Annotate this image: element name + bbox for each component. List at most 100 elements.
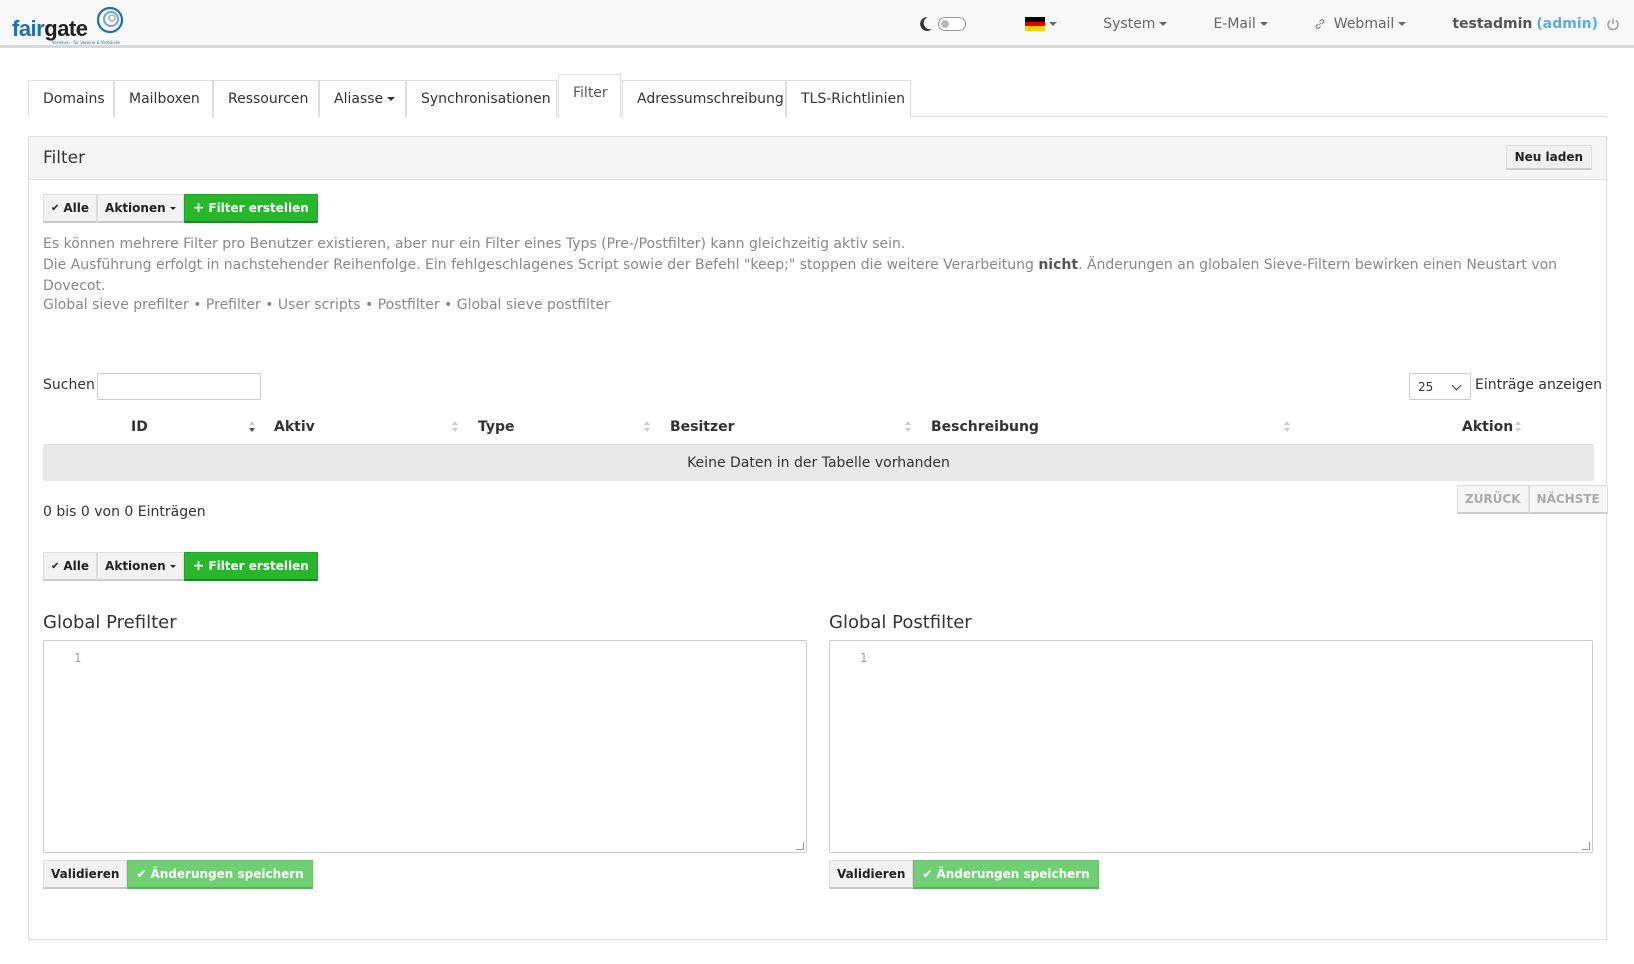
tab-tls-richtlinien[interactable]: TLS-Richtlinien	[786, 80, 911, 117]
column-id[interactable]: ID	[131, 409, 148, 445]
global-postfilter-title: Global Postfilter	[829, 612, 972, 633]
tab-mailboxen[interactable]: Mailboxen	[114, 80, 213, 117]
panel-title: Filter	[43, 148, 86, 168]
column-label: Besitzer	[670, 419, 735, 435]
toggle-knob	[941, 19, 950, 28]
brand-name: fairgate	[12, 16, 88, 42]
filter-order-text: Global sieve prefilter • Prefilter • Use…	[43, 297, 610, 313]
actions-label: Aktionen	[105, 559, 166, 573]
line-number: 1	[74, 651, 82, 665]
pagination: ZURÜCK NÄCHSTE	[1457, 485, 1608, 514]
user-menu[interactable]: testadmin (admin)	[1429, 16, 1634, 32]
page-length-select[interactable]: 25	[1409, 373, 1471, 400]
sort-icon[interactable]	[1515, 421, 1521, 435]
create-filter-label: Filter erstellen	[208, 559, 309, 573]
dark-mode-toggle[interactable]	[919, 16, 1002, 32]
actions-label: Aktionen	[105, 201, 166, 215]
save-changes-button[interactable]: ✔ Änderungen speichern	[913, 860, 1099, 889]
resize-handle-icon[interactable]	[1582, 842, 1590, 850]
menu-webmail[interactable]: Webmail	[1291, 16, 1430, 32]
reload-button[interactable]: Neu laden	[1505, 145, 1592, 170]
plus-icon: +	[192, 558, 205, 574]
tab-label: TLS-Richtlinien	[801, 91, 905, 107]
check-icon: ✔	[136, 867, 147, 881]
check-icon: ✔	[51, 560, 60, 572]
tab-label: Mailboxen	[129, 91, 200, 107]
save-changes-button[interactable]: ✔ Änderungen speichern	[127, 860, 313, 889]
brand-name-part2: gate	[44, 16, 88, 41]
panel-heading: Filter Neu laden	[29, 137, 1606, 180]
line-number: 1	[860, 651, 868, 665]
tab-adressumschreibung[interactable]: Adressumschreibung	[622, 80, 786, 117]
column-label: Aktion	[1462, 419, 1514, 435]
tab-aliasse[interactable]: Aliasse	[319, 80, 406, 117]
info-text-line1: Es können mehrere Filter pro Benutzer ex…	[43, 236, 906, 252]
menu-webmail-label: Webmail	[1333, 16, 1395, 32]
table-empty-row: Keine Daten in der Tabelle vorhanden	[43, 445, 1594, 481]
power-icon[interactable]	[1606, 17, 1620, 31]
tab-domains[interactable]: Domains	[28, 80, 114, 117]
sort-icon[interactable]	[249, 421, 255, 435]
chevron-down-icon	[1159, 22, 1168, 26]
menu-system-label: System	[1103, 16, 1156, 32]
tab-label: Filter	[573, 85, 608, 101]
column-aktiv[interactable]: Aktiv	[274, 409, 315, 445]
page-length-label: Einträge anzeigen	[1475, 377, 1603, 393]
search-input[interactable]	[97, 373, 261, 400]
page-length-value: 25	[1418, 379, 1434, 394]
navbar-right: System E-Mail Webmail testadmin (admin)	[919, 0, 1634, 48]
chevron-down-icon	[169, 564, 176, 568]
select-all-label: Alle	[63, 201, 90, 215]
sort-icon[interactable]	[1284, 421, 1290, 435]
column-label: ID	[131, 419, 148, 435]
menu-system[interactable]: System	[1080, 16, 1190, 32]
next-page-button[interactable]: NÄCHSTE	[1528, 485, 1608, 514]
tab-synchronisationen[interactable]: Synchronisationen	[406, 80, 557, 117]
info-text-part: Die Ausführung erfolgt in nachstehender …	[43, 257, 1039, 273]
create-filter-button[interactable]: + Filter erstellen	[183, 552, 318, 581]
info-text-line2: Die Ausführung erfolgt in nachstehender …	[43, 255, 1583, 297]
validate-button[interactable]: Validieren	[43, 860, 128, 889]
search-label: Suchen	[43, 377, 95, 393]
table-header: ID Aktiv Type Besitzer Beschreibung Akti…	[43, 409, 1594, 445]
link-icon	[1315, 19, 1325, 29]
select-all-button[interactable]: ✔ Alle	[43, 194, 98, 223]
create-filter-label: Filter erstellen	[208, 201, 309, 215]
toggle-switch[interactable]	[938, 17, 967, 31]
chevron-down-icon	[387, 97, 396, 101]
create-filter-button[interactable]: + Filter erstellen	[183, 194, 318, 223]
user-role: (admin)	[1536, 16, 1598, 32]
chevron-down-icon	[1398, 22, 1407, 26]
brand-tagline: Vereinen · für Vereine & Verbände	[52, 40, 120, 45]
prev-page-button[interactable]: ZURÜCK	[1457, 485, 1529, 514]
plus-icon: +	[192, 200, 205, 216]
top-navbar: fairgate Vereinen · für Vereine & Verbän…	[0, 0, 1634, 48]
column-aktion[interactable]: Aktion	[1462, 409, 1513, 445]
actions-dropdown[interactable]: Aktionen	[97, 194, 184, 223]
language-dropdown[interactable]	[1002, 17, 1080, 32]
german-flag-icon	[1025, 17, 1046, 32]
bottom-toolbar: ✔ Alle Aktionen + Filter erstellen	[43, 552, 318, 581]
tab-ressourcen[interactable]: Ressourcen	[213, 80, 319, 117]
tab-filter[interactable]: Filter	[558, 74, 621, 118]
column-beschreibung[interactable]: Beschreibung	[931, 409, 1039, 445]
top-toolbar: ✔ Alle Aktionen + Filter erstellen	[43, 194, 318, 223]
column-besitzer[interactable]: Besitzer	[670, 409, 735, 445]
save-changes-label: Änderungen speichern	[150, 867, 304, 881]
sort-icon[interactable]	[452, 421, 458, 435]
check-icon: ✔	[922, 867, 933, 881]
global-postfilter-editor[interactable]: 1	[829, 640, 1593, 853]
brand-logo[interactable]: fairgate Vereinen · für Vereine & Verbän…	[12, 4, 132, 46]
menu-email[interactable]: E-Mail	[1190, 16, 1290, 32]
global-prefilter-editor[interactable]: 1	[43, 640, 807, 853]
select-all-button[interactable]: ✔ Alle	[43, 552, 98, 581]
postfilter-actions: Validieren ✔ Änderungen speichern	[829, 860, 1099, 889]
menu-email-label: E-Mail	[1213, 16, 1256, 32]
actions-dropdown[interactable]: Aktionen	[97, 552, 184, 581]
select-all-label: Alle	[63, 559, 90, 573]
sort-icon[interactable]	[905, 421, 911, 435]
sort-icon[interactable]	[644, 421, 650, 435]
column-type[interactable]: Type	[478, 409, 515, 445]
validate-button[interactable]: Validieren	[829, 860, 914, 889]
resize-handle-icon[interactable]	[796, 842, 804, 850]
